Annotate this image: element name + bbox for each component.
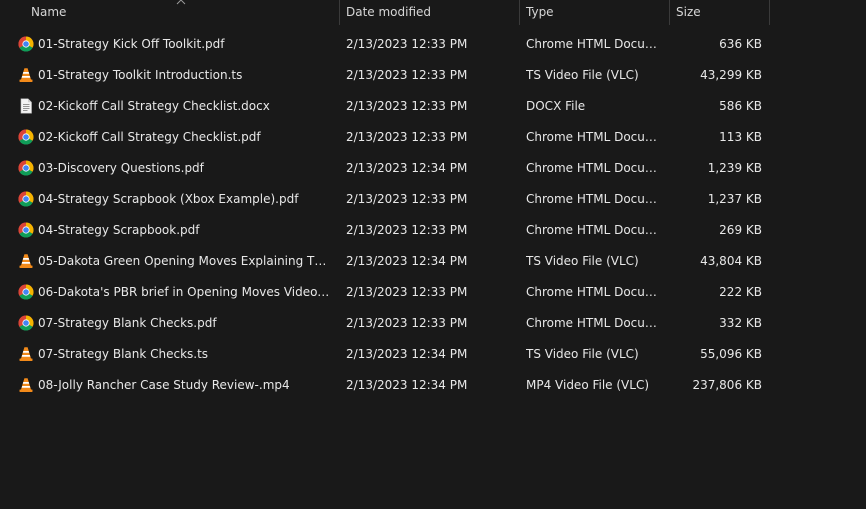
file-date-modified: 2/13/2023 12:33 PM <box>346 316 468 330</box>
file-name: 02-Kickoff Call Strategy Checklist.docx <box>38 99 270 113</box>
column-divider[interactable] <box>339 0 340 25</box>
file-type: Chrome HTML Docume... <box>526 161 664 175</box>
column-divider[interactable] <box>669 0 670 25</box>
chrome-icon <box>18 129 34 145</box>
file-row[interactable]: 07-Strategy Blank Checks.pdf 2/13/2023 12… <box>0 308 866 339</box>
file-name: 04-Strategy Scrapbook.pdf <box>38 223 200 237</box>
vlc-icon <box>18 346 34 362</box>
file-list: 01-Strategy Kick Off Toolkit.pdf 2/13/202… <box>0 29 866 401</box>
file-date-modified: 2/13/2023 12:33 PM <box>346 37 468 51</box>
column-header-bar: Name Date modified Type Size <box>0 0 866 25</box>
file-size: 1,237 KB <box>707 192 762 206</box>
vlc-icon <box>18 377 34 393</box>
file-name: 07-Strategy Blank Checks.ts <box>38 347 209 361</box>
chrome-icon <box>18 36 34 52</box>
file-size: 113 KB <box>719 130 762 144</box>
file-type: Chrome HTML Docume... <box>526 223 664 237</box>
file-size: 222 KB <box>719 285 762 299</box>
file-row[interactable]: 05-Dakota Green Opening Moves Explaining… <box>0 246 866 277</box>
file-size: 332 KB <box>719 316 762 330</box>
chrome-icon <box>18 191 34 207</box>
file-date-modified: 2/13/2023 12:33 PM <box>346 223 468 237</box>
file-name: 01-Strategy Toolkit Introduction.ts <box>38 68 243 82</box>
file-date-modified: 2/13/2023 12:34 PM <box>346 254 468 268</box>
file-row[interactable]: 07-Strategy Blank Checks.ts 2/13/2023 12:… <box>0 339 866 370</box>
file-row[interactable]: 03-Discovery Questions.pdf 2/13/2023 12:3… <box>0 153 866 184</box>
file-row[interactable]: 01-Strategy Kick Off Toolkit.pdf 2/13/202… <box>0 29 866 60</box>
file-size: 55,096 KB <box>700 347 762 361</box>
file-type: DOCX File <box>526 99 586 113</box>
file-date-modified: 2/13/2023 12:33 PM <box>346 192 468 206</box>
file-size: 269 KB <box>719 223 762 237</box>
file-date-modified: 2/13/2023 12:33 PM <box>346 99 468 113</box>
file-row[interactable]: 08-Jolly Rancher Case Study Review-.mp4 2… <box>0 370 866 401</box>
sort-ascending-icon <box>176 0 186 5</box>
file-date-modified: 2/13/2023 12:33 PM <box>346 68 468 82</box>
file-row[interactable]: 06-Dakota's PBR brief in Opening Moves V… <box>0 277 866 308</box>
column-header-type[interactable]: Type <box>526 0 554 25</box>
file-name: 01-Strategy Kick Off Toolkit.pdf <box>38 37 225 51</box>
file-name: 07-Strategy Blank Checks.pdf <box>38 316 217 330</box>
chrome-icon <box>18 160 34 176</box>
column-header-size[interactable]: Size <box>676 0 701 25</box>
file-name: 05-Dakota Green Opening Moves Explaining… <box>38 254 332 268</box>
column-header-date-modified[interactable]: Date modified <box>346 0 431 25</box>
file-size: 43,299 KB <box>700 68 762 82</box>
file-size: 237,806 KB <box>692 378 762 392</box>
vlc-icon <box>18 67 34 83</box>
vlc-icon <box>18 253 34 269</box>
file-type: TS Video File (VLC) <box>526 347 639 361</box>
file-name: 02-Kickoff Call Strategy Checklist.pdf <box>38 130 261 144</box>
file-date-modified: 2/13/2023 12:34 PM <box>346 378 468 392</box>
file-row[interactable]: 02-Kickoff Call Strategy Checklist.pdf 2/… <box>0 122 866 153</box>
file-type: Chrome HTML Docume... <box>526 130 664 144</box>
chrome-icon <box>18 222 34 238</box>
file-type: Chrome HTML Docume... <box>526 37 664 51</box>
file-date-modified: 2/13/2023 12:34 PM <box>346 161 468 175</box>
document-icon <box>18 98 34 114</box>
file-row[interactable]: 01-Strategy Toolkit Introduction.ts 2/13/… <box>0 60 866 91</box>
file-size: 1,239 KB <box>707 161 762 175</box>
file-type: TS Video File (VLC) <box>526 254 639 268</box>
file-row[interactable]: 04-Strategy Scrapbook (Xbox Example).pdf… <box>0 184 866 215</box>
chrome-icon <box>18 315 34 331</box>
file-type: Chrome HTML Docume... <box>526 192 664 206</box>
chrome-icon <box>18 284 34 300</box>
file-row[interactable]: 04-Strategy Scrapbook.pdf 2/13/2023 12:33… <box>0 215 866 246</box>
file-type: Chrome HTML Docume... <box>526 316 664 330</box>
file-name: 06-Dakota's PBR brief in Opening Moves V… <box>38 285 332 299</box>
column-header-name[interactable]: Name <box>31 0 66 25</box>
file-date-modified: 2/13/2023 12:33 PM <box>346 285 468 299</box>
column-divider[interactable] <box>519 0 520 25</box>
file-type: MP4 Video File (VLC) <box>526 378 650 392</box>
file-size: 636 KB <box>719 37 762 51</box>
file-date-modified: 2/13/2023 12:33 PM <box>346 130 468 144</box>
file-name: 08-Jolly Rancher Case Study Review-.mp4 <box>38 378 290 392</box>
file-size: 43,804 KB <box>700 254 762 268</box>
file-type: TS Video File (VLC) <box>526 68 639 82</box>
column-divider[interactable] <box>769 0 770 25</box>
file-size: 586 KB <box>719 99 762 113</box>
file-explorer: Name Date modified Type Size 01-Strategy… <box>0 0 866 509</box>
file-date-modified: 2/13/2023 12:34 PM <box>346 347 468 361</box>
file-type: Chrome HTML Docume... <box>526 285 664 299</box>
file-name: 04-Strategy Scrapbook (Xbox Example).pdf <box>38 192 299 206</box>
file-name: 03-Discovery Questions.pdf <box>38 161 204 175</box>
file-row[interactable]: 02-Kickoff Call Strategy Checklist.docx 2… <box>0 91 866 122</box>
